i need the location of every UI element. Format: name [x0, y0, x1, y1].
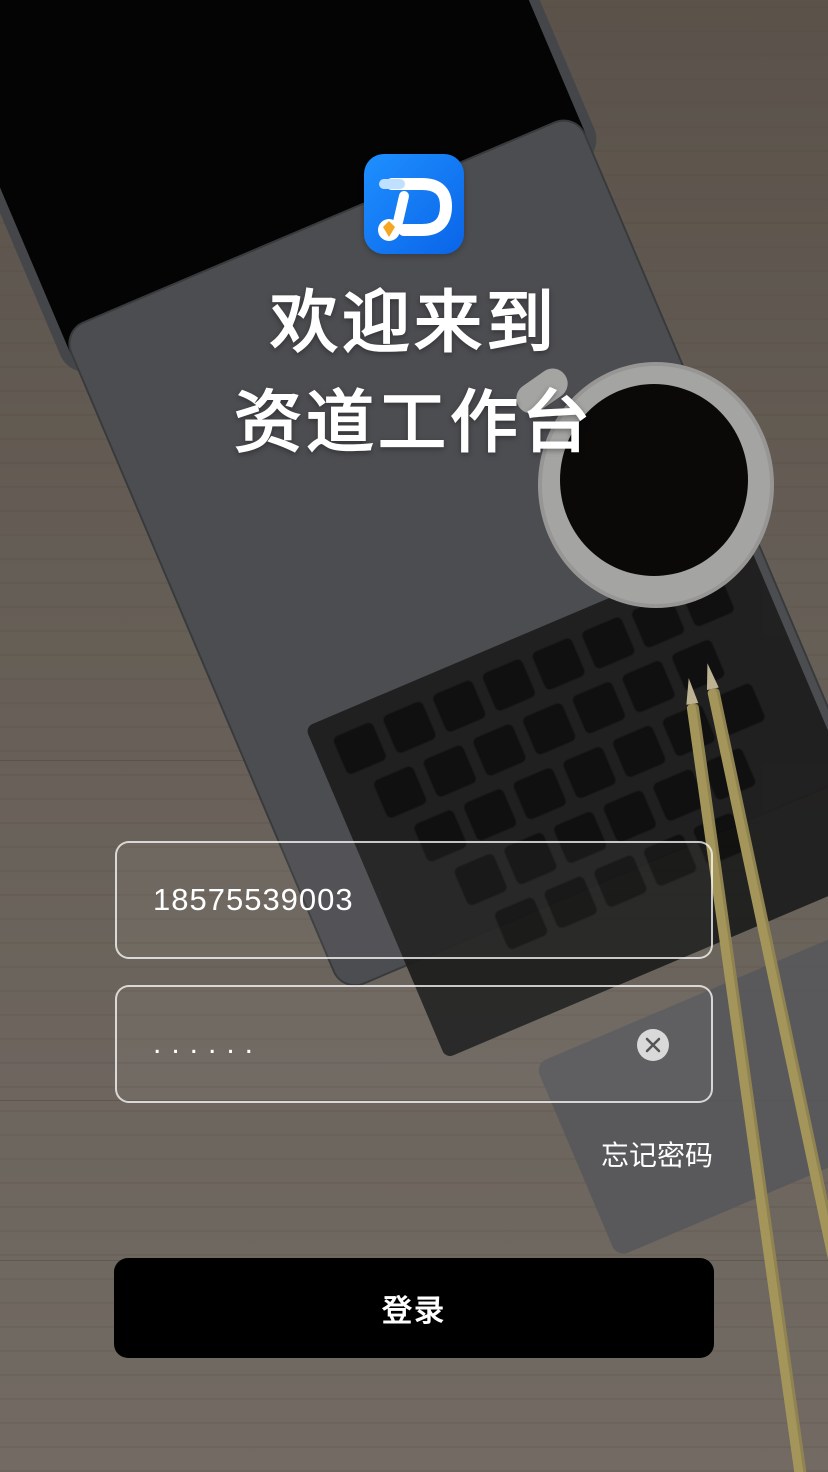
- password-field[interactable]: [115, 985, 713, 1103]
- clear-input-icon[interactable]: [637, 1029, 669, 1061]
- welcome-title-line1: 欢迎来到: [269, 284, 558, 363]
- app-logo-icon: [364, 154, 464, 254]
- login-button[interactable]: 登录: [114, 1258, 714, 1358]
- phone-input[interactable]: [151, 843, 601, 957]
- forgot-password-link[interactable]: 忘记密码: [601, 1134, 713, 1174]
- welcome-title-line2: 资道工作台: [233, 384, 594, 463]
- password-input[interactable]: [151, 987, 601, 1101]
- phone-field[interactable]: [115, 841, 713, 959]
